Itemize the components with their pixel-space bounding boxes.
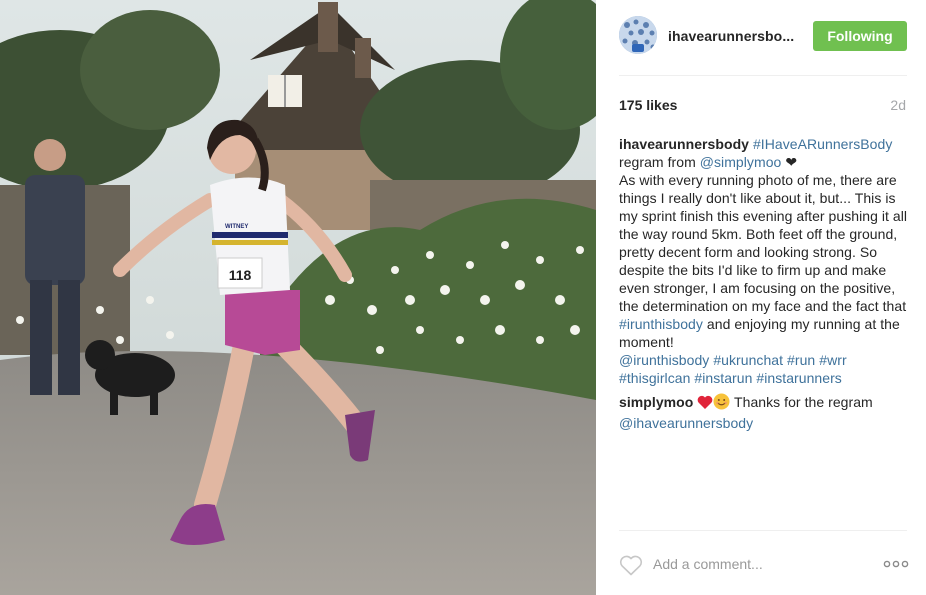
- post-header: ihavearunnersbo... Following: [619, 16, 907, 56]
- instagram-post: 118 WITNEY ihavearunnersbo... Following …: [0, 0, 926, 595]
- caption-tag[interactable]: #instarun: [694, 370, 752, 386]
- comment-mention[interactable]: @ihavearunnersbody: [619, 415, 753, 431]
- caption-body: As with every running photo of me, there…: [619, 172, 908, 314]
- heart-emoji: ❤: [785, 154, 798, 170]
- post-details-panel: ihavearunnersbo... Following 175 likes 2…: [596, 0, 926, 595]
- header-divider: [619, 75, 907, 76]
- comment-bar: [619, 548, 909, 580]
- author-username[interactable]: ihavearunnersbo...: [668, 28, 794, 44]
- caption-tag[interactable]: #instarunners: [756, 370, 841, 386]
- caption-tag[interactable]: #ukrunchat: [713, 352, 783, 368]
- vest-text: WITNEY: [225, 224, 248, 230]
- caption-tag[interactable]: #run: [787, 352, 815, 368]
- comment-username[interactable]: simplymoo: [619, 394, 693, 410]
- footer-divider: [619, 530, 907, 531]
- caption: ihavearunnersbody #IHaveARunnersBody reg…: [619, 135, 911, 387]
- post-time[interactable]: 2d: [890, 97, 906, 113]
- regram-mention[interactable]: @simplymoo: [700, 154, 782, 170]
- comment: simplymoo Thanks for the regram @ihavear…: [619, 393, 911, 432]
- avatar-image: [619, 16, 657, 54]
- hashtag-irunthisbody[interactable]: #irunthisbody: [619, 316, 703, 332]
- following-button[interactable]: Following: [813, 21, 907, 51]
- more-options-icon[interactable]: [883, 560, 909, 568]
- add-comment-input[interactable]: [653, 554, 853, 574]
- post-photo[interactable]: 118 WITNEY: [0, 0, 596, 595]
- regram-prefix: regram from: [619, 154, 696, 170]
- caption-and-comments: ihavearunnersbody #IHaveARunnersBody reg…: [619, 135, 911, 432]
- caption-tag[interactable]: #thisgirlcan: [619, 370, 690, 386]
- hashtag-title[interactable]: #IHaveARunnersBody: [753, 136, 892, 152]
- caption-tag[interactable]: #wrr: [819, 352, 846, 368]
- comment-text: Thanks for the regram: [734, 394, 873, 410]
- smiling-face-emoji-icon: [713, 393, 730, 414]
- running-photo-illustration: 118 WITNEY: [0, 0, 596, 595]
- red-heart-emoji-icon: [697, 395, 713, 414]
- caption-username[interactable]: ihavearunnersbody: [619, 136, 749, 152]
- heart-outline-icon[interactable]: [619, 554, 643, 576]
- caption-tag[interactable]: @irunthisbody: [619, 352, 709, 368]
- likes-count[interactable]: 175 likes: [619, 97, 677, 113]
- bib-number: 118: [229, 267, 252, 283]
- author-avatar[interactable]: [619, 16, 657, 54]
